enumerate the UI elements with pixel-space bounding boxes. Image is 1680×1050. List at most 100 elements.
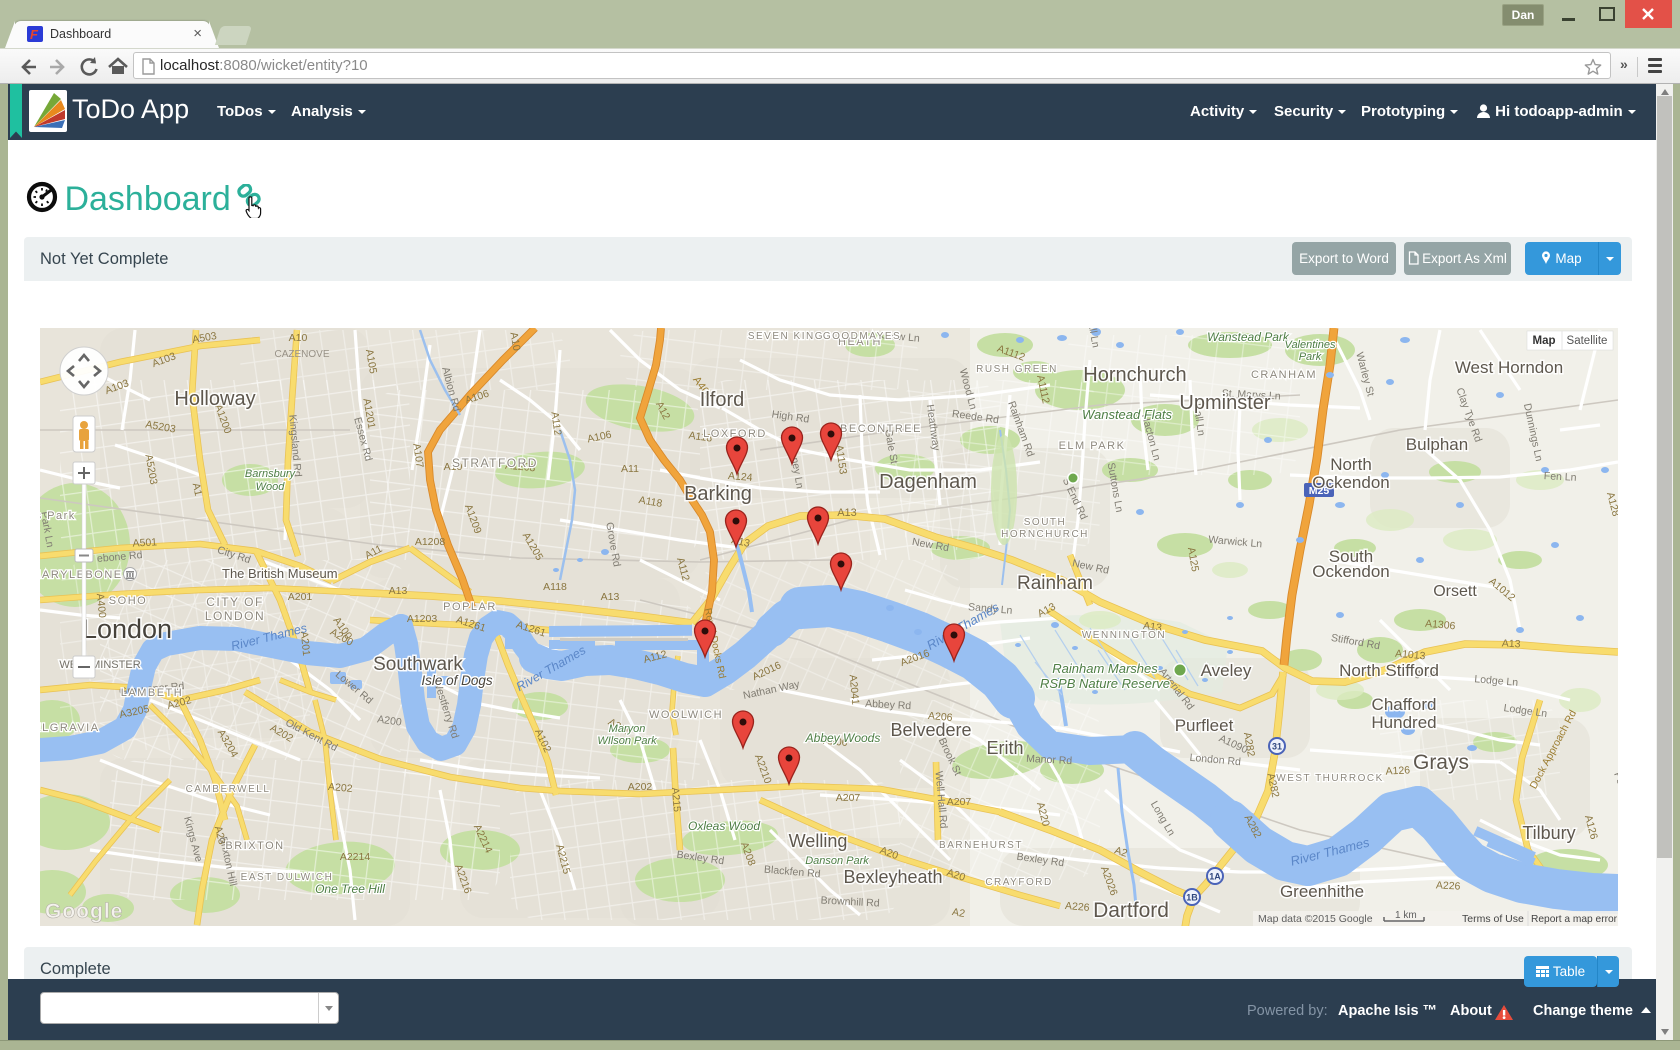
svg-text:A13: A13 <box>601 591 620 603</box>
svg-text:Tilbury: Tilbury <box>1522 823 1575 843</box>
svg-text:A207: A207 <box>836 792 861 804</box>
svg-text:1A: 1A <box>1209 872 1221 882</box>
svg-text:BECONTREE: BECONTREE <box>840 423 922 435</box>
svg-text:Dartford: Dartford <box>1093 899 1169 922</box>
svg-text:West Horndon: West Horndon <box>1455 358 1563 377</box>
svg-text:Chafford: Chafford <box>1372 695 1437 714</box>
svg-text:London: London <box>82 614 172 644</box>
svg-text:A226: A226 <box>1065 900 1091 914</box>
svg-text:Rainham: Rainham <box>1017 573 1093 594</box>
svg-text:Fen Ln: Fen Ln <box>1544 470 1577 484</box>
svg-text:MARYLEBONE: MARYLEBONE <box>40 569 123 581</box>
svg-text:Welling: Welling <box>789 831 848 851</box>
svg-text:North: North <box>1330 455 1372 474</box>
svg-text:A124: A124 <box>728 470 754 484</box>
svg-text:Wanstead Flats: Wanstead Flats <box>1082 407 1173 422</box>
svg-text:Rainham Marshes: Rainham Marshes <box>1052 661 1158 676</box>
svg-text:Erith: Erith <box>986 738 1023 758</box>
svg-text:Bulphan: Bulphan <box>1406 435 1468 454</box>
svg-text:Map data ©2015 Google: Map data ©2015 Google <box>1258 913 1373 925</box>
svg-text:Purfleet: Purfleet <box>1175 716 1234 735</box>
svg-text:CRAYFORD: CRAYFORD <box>985 877 1052 888</box>
svg-text:A126: A126 <box>1385 764 1410 777</box>
svg-text:RUSH GREEN: RUSH GREEN <box>976 364 1058 375</box>
svg-text:CAZENOVE: CAZENOVE <box>274 349 329 360</box>
svg-text:Hornchurch: Hornchurch <box>1083 364 1186 386</box>
svg-text:Isle of Dogs: Isle of Dogs <box>421 673 493 688</box>
svg-text:Southwark: Southwark <box>373 654 463 675</box>
svg-text:Grays: Grays <box>1413 751 1469 774</box>
svg-text:Report a map error: Report a map error <box>1531 914 1618 925</box>
svg-text:The British Museum: The British Museum <box>222 566 338 581</box>
svg-text:WIlson Park: WIlson Park <box>597 735 657 747</box>
svg-text:Park: Park <box>1299 351 1322 363</box>
svg-text:Google: Google <box>45 900 123 923</box>
svg-text:WESTMINSTER: WESTMINSTER <box>59 659 140 671</box>
svg-text:A2214: A2214 <box>340 851 371 863</box>
svg-text:A226: A226 <box>1436 879 1461 892</box>
svg-text:One Tree Hill: One Tree Hill <box>315 882 385 896</box>
svg-text:CITY OF: CITY OF <box>206 595 264 609</box>
svg-text:CRANHAM: CRANHAM <box>1251 369 1317 381</box>
svg-text:Terms of Use: Terms of Use <box>1462 913 1524 925</box>
svg-text:Orsett: Orsett <box>1433 583 1477 600</box>
svg-text:North Stifford: North Stifford <box>1339 661 1439 680</box>
svg-text:A13: A13 <box>389 585 408 597</box>
svg-text:ELM PARK: ELM PARK <box>1059 440 1126 452</box>
svg-text:Manor Rd: Manor Rd <box>1026 753 1073 767</box>
svg-text:1B: 1B <box>1186 893 1198 903</box>
svg-text:Ockendon: Ockendon <box>1312 562 1390 581</box>
svg-text:ent's Park: ent's Park <box>40 510 76 522</box>
svg-text:CAMBERWELL: CAMBERWELL <box>186 784 271 795</box>
svg-text:A215: A215 <box>669 787 683 813</box>
svg-text:Wood: Wood <box>256 481 286 493</box>
svg-text:Maryon: Maryon <box>609 723 646 735</box>
svg-text:A207: A207 <box>947 796 972 808</box>
svg-text:RSPB Nature Reserve: RSPB Nature Reserve <box>1040 676 1170 691</box>
svg-text:BRIXTON: BRIXTON <box>225 840 284 852</box>
svg-text:A118: A118 <box>543 581 567 593</box>
svg-text:WENNINGTON: WENNINGTON <box>1082 630 1166 641</box>
svg-text:A201: A201 <box>288 591 313 603</box>
svg-text:31: 31 <box>1272 742 1282 752</box>
svg-text:SOHO: SOHO <box>109 595 147 607</box>
svg-text:BELGRAVIA: BELGRAVIA <box>40 722 100 734</box>
svg-text:A2: A2 <box>951 906 966 920</box>
svg-text:BARNEHURST: BARNEHURST <box>939 840 1023 851</box>
svg-text:Danson Park: Danson Park <box>805 855 869 867</box>
svg-text:Greenhithe: Greenhithe <box>1280 882 1364 901</box>
svg-text:Valentines: Valentines <box>1285 339 1336 351</box>
svg-text:Aveley: Aveley <box>1201 661 1252 680</box>
svg-text:Bexleyheath: Bexleyheath <box>843 867 942 887</box>
svg-text:WOOLWICH: WOOLWICH <box>649 709 723 721</box>
svg-text:Belvedere: Belvedere <box>890 720 971 740</box>
svg-text:A501: A501 <box>132 536 157 549</box>
svg-text:SEVEN KINGS: SEVEN KINGS <box>748 331 832 342</box>
svg-text:Abbey Rd: Abbey Rd <box>865 698 912 712</box>
svg-text:1 km: 1 km <box>1395 910 1417 921</box>
svg-text:A13: A13 <box>837 507 857 519</box>
svg-text:Dagenham: Dagenham <box>879 471 977 493</box>
svg-text:A10: A10 <box>289 332 308 344</box>
svg-text:Satellite: Satellite <box>1567 335 1608 347</box>
svg-text:Holloway: Holloway <box>174 388 255 410</box>
svg-text:Map: Map <box>1533 335 1556 347</box>
svg-text:HORNCHURCH: HORNCHURCH <box>1001 529 1089 540</box>
svg-text:A11: A11 <box>621 463 639 475</box>
svg-text:GOODMAYES: GOODMAYES <box>823 331 901 342</box>
svg-text:A202: A202 <box>628 781 653 793</box>
svg-text:A202: A202 <box>328 781 354 795</box>
svg-text:POPLAR: POPLAR <box>443 601 497 613</box>
svg-text:A1208: A1208 <box>415 536 446 548</box>
svg-text:A1203: A1203 <box>407 613 438 625</box>
svg-text:WEST THURROCK: WEST THURROCK <box>1276 773 1383 784</box>
svg-text:LONDON: LONDON <box>205 609 265 623</box>
svg-text:SOUTH: SOUTH <box>1024 517 1067 528</box>
svg-text:Barnsbury: Barnsbury <box>245 468 297 480</box>
svg-text:Oxleas Wood: Oxleas Wood <box>688 819 760 833</box>
svg-text:A13: A13 <box>1502 638 1521 651</box>
svg-text:Wanstead Park: Wanstead Park <box>1207 330 1290 344</box>
svg-text:Abbey Woods: Abbey Woods <box>805 731 881 745</box>
svg-text:LAMBETH: LAMBETH <box>121 687 183 699</box>
svg-text:Upminster: Upminster <box>1179 392 1270 414</box>
